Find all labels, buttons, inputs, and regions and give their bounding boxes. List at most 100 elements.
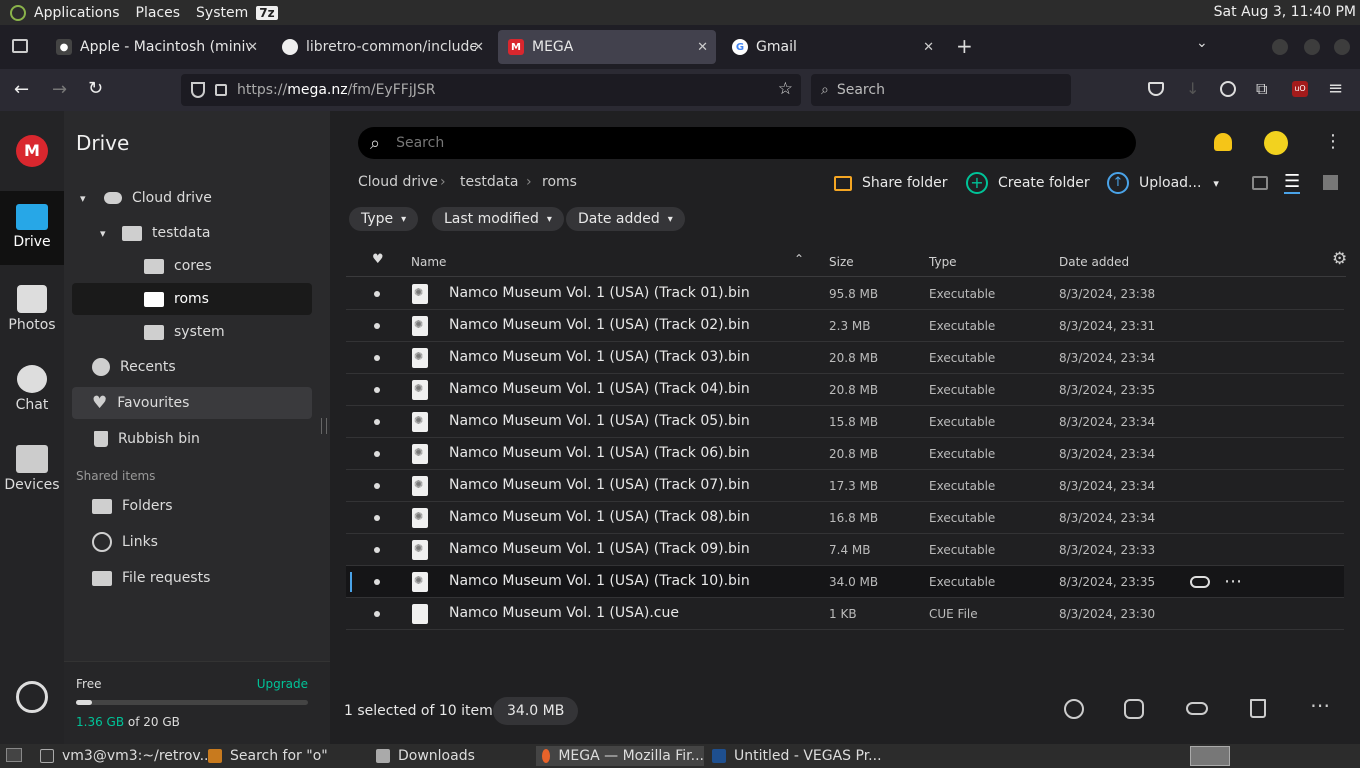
sidebar-item-favourites[interactable]: ♥ Favourites <box>72 387 312 419</box>
pocket-icon[interactable] <box>1148 82 1164 96</box>
close-tab-icon[interactable]: ✕ <box>247 40 258 55</box>
transfer-manager-icon[interactable] <box>16 681 48 713</box>
app-menu-icon[interactable]: ≡ <box>1328 78 1343 99</box>
upgrade-link[interactable]: Upgrade <box>257 677 308 691</box>
upload-button[interactable]: ↑ Upload... ▾ <box>1107 171 1219 195</box>
file-row[interactable]: Namco Museum Vol. 1 (USA) (Track 08).bin… <box>346 502 1344 534</box>
tab-apple-macintosh[interactable]: ● Apple - Macintosh (minivm ✕ <box>46 30 266 64</box>
column-name[interactable]: Name <box>411 255 446 269</box>
lock-icon[interactable] <box>215 84 227 96</box>
file-name[interactable]: Namco Museum Vol. 1 (USA) (Track 02).bin <box>449 317 750 333</box>
sidebar-item-file-requests[interactable]: File requests <box>72 562 312 594</box>
sidebar-item-recents[interactable]: Recents <box>72 351 312 383</box>
mega-search-input[interactable]: ⌕ Search <box>358 127 1136 159</box>
list-all-tabs-icon[interactable]: ⌄ <box>1196 35 1208 51</box>
favourite-toggle-icon[interactable] <box>374 355 380 361</box>
file-name[interactable]: Namco Museum Vol. 1 (USA) (Track 09).bin <box>449 541 750 557</box>
breadcrumb-testdata[interactable]: testdata <box>460 174 518 190</box>
tree-item-roms[interactable]: roms <box>72 283 312 315</box>
minimize-window-button[interactable] <box>1272 39 1288 55</box>
new-tab-button[interactable]: + <box>956 34 973 58</box>
bookmark-star-icon[interactable]: ☆ <box>778 79 793 99</box>
download-icon[interactable] <box>1064 699 1084 719</box>
get-link-icon[interactable] <box>1186 702 1208 715</box>
more-vertical-icon[interactable]: ⋮ <box>1324 131 1342 152</box>
share-link-chat-icon[interactable] <box>1124 699 1144 719</box>
taskbar-downloads[interactable]: Downloads <box>376 746 475 766</box>
filter-last-modified-chip[interactable]: Last modified ▾ <box>432 207 564 231</box>
sidebar-resize-handle[interactable] <box>321 418 327 434</box>
file-row[interactable]: Namco Museum Vol. 1 (USA) (Track 06).bin… <box>346 438 1344 470</box>
create-folder-button[interactable]: + Create folder <box>966 171 1090 195</box>
chevron-down-icon[interactable]: ▾ <box>80 192 98 205</box>
back-icon[interactable]: ← <box>14 79 29 100</box>
file-name[interactable]: Namco Museum Vol. 1 (USA).cue <box>449 605 679 621</box>
tree-item-testdata[interactable]: ▾ testdata <box>72 217 312 249</box>
sort-ascending-icon[interactable]: ⌃ <box>794 252 804 266</box>
file-row[interactable]: Namco Museum Vol. 1 (USA) (Track 05).bin… <box>346 406 1344 438</box>
more-horizontal-icon[interactable]: ⋯ <box>1310 693 1330 717</box>
column-type[interactable]: Type <box>929 255 957 269</box>
favourite-toggle-icon[interactable] <box>374 323 380 329</box>
favourite-toggle-icon[interactable] <box>374 547 380 553</box>
tab-gmail[interactable]: G Gmail ✕ <box>722 30 942 64</box>
sidebar-item-shared-folders[interactable]: Folders <box>72 490 312 522</box>
7zip-launcher-icon[interactable]: 7z <box>256 5 278 20</box>
downloads-icon[interactable]: ↓ <box>1186 79 1199 98</box>
tracking-shield-icon[interactable] <box>191 82 205 98</box>
file-row[interactable]: Namco Museum Vol. 1 (USA).cue 1 KB CUE Fil… <box>346 598 1344 630</box>
file-name[interactable]: Namco Museum Vol. 1 (USA) (Track 01).bin <box>449 285 750 301</box>
rail-item-devices[interactable]: Devices <box>0 439 64 503</box>
delete-icon[interactable] <box>1250 699 1266 718</box>
file-name[interactable]: Namco Museum Vol. 1 (USA) (Track 04).bin <box>449 381 750 397</box>
file-row[interactable]: Namco Museum Vol. 1 (USA) (Track 01).bin… <box>346 278 1344 310</box>
filter-date-added-chip[interactable]: Date added ▾ <box>566 207 685 231</box>
file-row[interactable]: Namco Museum Vol. 1 (USA) (Track 09).bin… <box>346 534 1344 566</box>
forward-icon[interactable]: → <box>52 79 67 100</box>
rail-item-drive[interactable]: Drive <box>0 191 64 265</box>
file-row[interactable]: Namco Museum Vol. 1 (USA) (Track 10).bin… <box>346 566 1344 598</box>
file-row[interactable]: Namco Museum Vol. 1 (USA) (Track 03).bin… <box>346 342 1344 374</box>
file-name[interactable]: Namco Museum Vol. 1 (USA) (Track 03).bin <box>449 349 750 365</box>
favourite-toggle-icon[interactable] <box>374 579 380 585</box>
file-name[interactable]: Namco Museum Vol. 1 (USA) (Track 08).bin <box>449 509 750 525</box>
rail-item-chat[interactable]: Chat <box>0 359 64 423</box>
media-discovery-icon[interactable] <box>1252 176 1268 190</box>
favourite-toggle-icon[interactable] <box>374 515 380 521</box>
column-date-added[interactable]: Date added <box>1059 255 1129 269</box>
file-row[interactable]: Namco Museum Vol. 1 (USA) (Track 07).bin… <box>346 470 1344 502</box>
tree-item-cloud-drive[interactable]: ▾ Cloud drive <box>72 182 312 214</box>
chevron-down-icon[interactable]: ▾ <box>100 227 118 240</box>
grid-view-icon[interactable] <box>1323 175 1338 190</box>
share-folder-button[interactable]: Share folder <box>834 171 948 195</box>
favourite-toggle-icon[interactable] <box>374 451 380 457</box>
rail-item-photos[interactable]: Photos <box>0 279 64 343</box>
extensions-icon[interactable]: ⧉ <box>1256 79 1267 99</box>
close-window-button[interactable] <box>1334 39 1350 55</box>
web-search-input[interactable]: ⌕ Search <box>811 74 1071 106</box>
maximize-window-button[interactable] <box>1304 39 1320 55</box>
column-settings-gear-icon[interactable]: ⚙ <box>1332 249 1347 269</box>
system-menu[interactable]: System <box>196 5 248 21</box>
favourite-toggle-icon[interactable] <box>374 611 380 617</box>
tree-item-system[interactable]: system <box>72 316 312 348</box>
url-text[interactable]: https://mega.nz/fm/EyFFjJSR <box>237 82 435 98</box>
places-menu[interactable]: Places <box>136 5 181 21</box>
more-horizontal-icon[interactable]: ⋯ <box>1224 571 1242 592</box>
taskbar-firefox[interactable]: MEGA — Mozilla Fir... <box>536 746 704 766</box>
account-icon[interactable] <box>1220 81 1236 97</box>
sidebar-item-rubbish-bin[interactable]: Rubbish bin <box>72 423 312 455</box>
reload-icon[interactable]: ↻ <box>88 78 103 99</box>
clock[interactable]: Sat Aug 3, 11:40 PM <box>1214 4 1356 20</box>
workspace-switcher-firefox-icon[interactable] <box>1190 746 1230 766</box>
ublock-origin-icon[interactable]: uO <box>1292 81 1308 97</box>
file-name[interactable]: Namco Museum Vol. 1 (USA) (Track 10).bin <box>449 573 750 589</box>
tab-mega[interactable]: M MEGA ✕ <box>498 30 716 64</box>
tree-item-cores[interactable]: cores <box>72 250 312 282</box>
favourite-toggle-icon[interactable] <box>374 291 380 297</box>
close-tab-icon[interactable]: ✕ <box>473 40 484 55</box>
tab-libretro[interactable]: libretro-common/include/li ✕ <box>272 30 492 64</box>
file-row[interactable]: Namco Museum Vol. 1 (USA) (Track 04).bin… <box>346 374 1344 406</box>
taskbar-terminal[interactable]: vm3@vm3:~/retrov... <box>40 746 213 766</box>
file-name[interactable]: Namco Museum Vol. 1 (USA) (Track 05).bin <box>449 413 750 429</box>
